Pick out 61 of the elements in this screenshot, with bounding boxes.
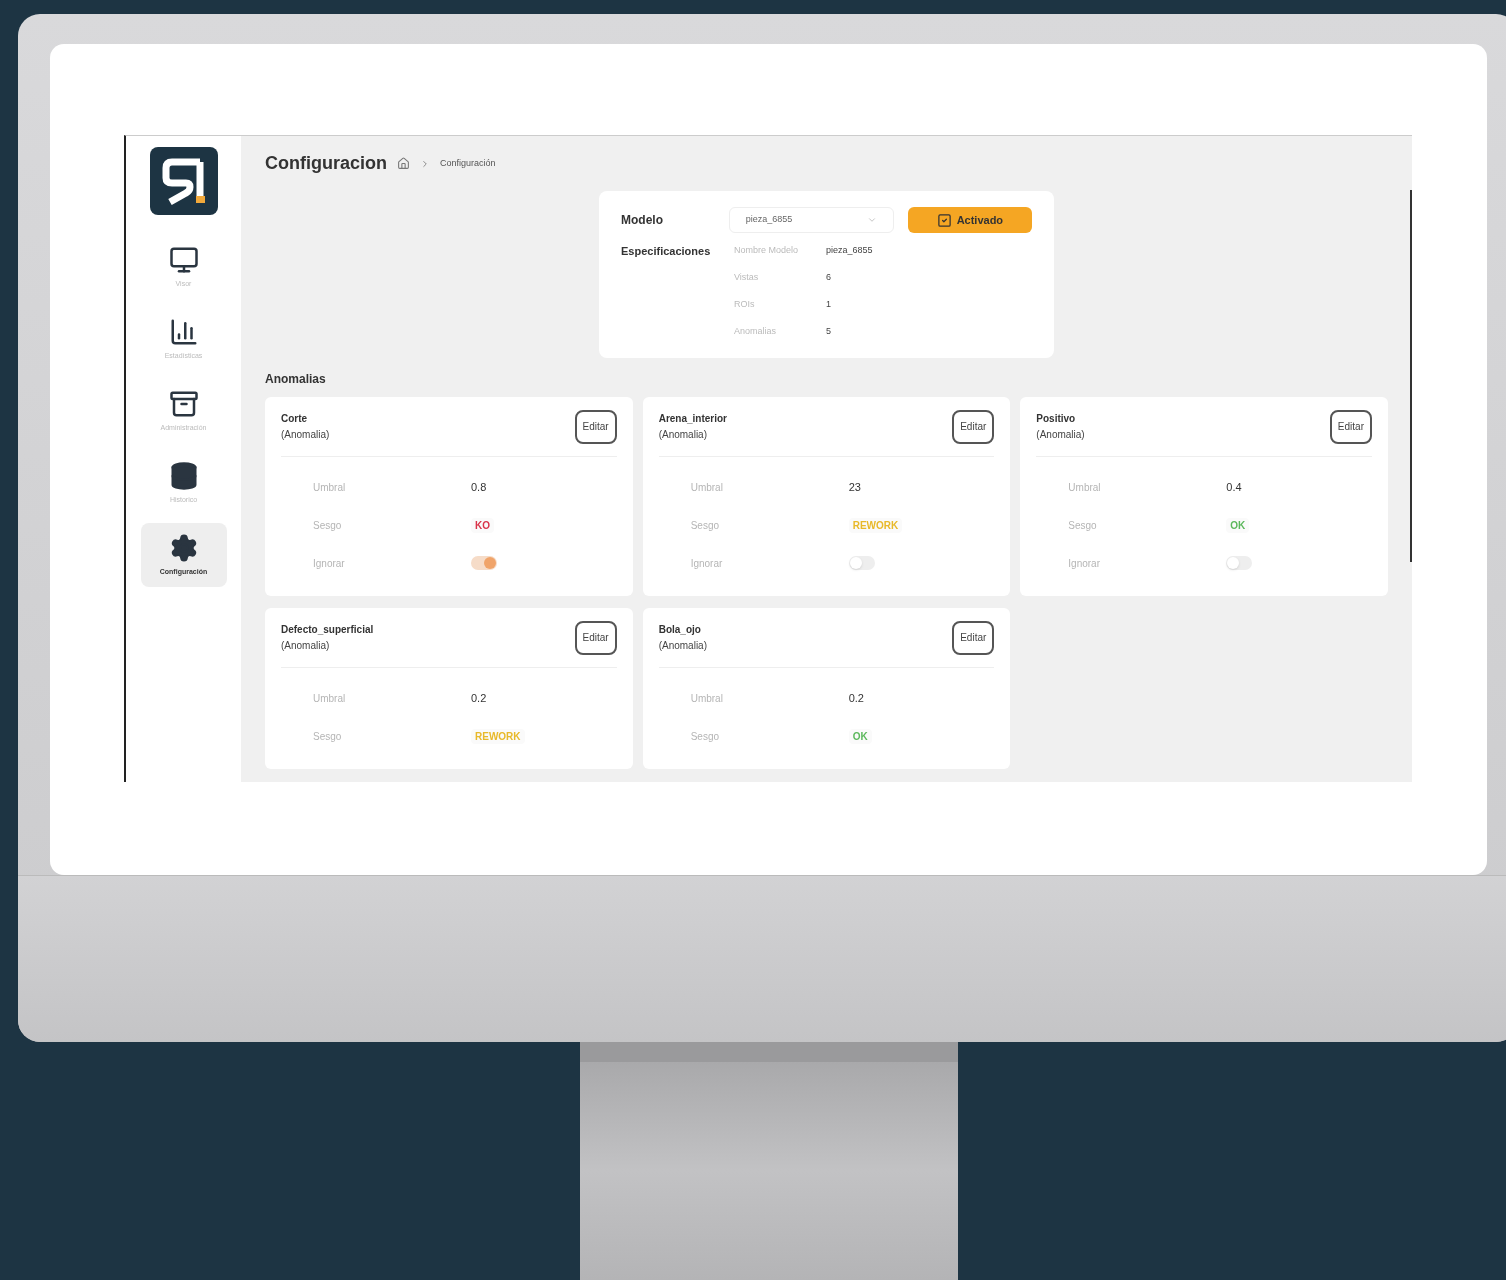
field-value: 0.2 bbox=[848, 690, 864, 706]
spec-label: Vistas bbox=[734, 270, 760, 284]
anomaly-name: Defecto_superficial bbox=[281, 622, 374, 637]
spec-value: pieza_6855 bbox=[826, 243, 873, 257]
specs-label: Especificaciones bbox=[621, 244, 712, 259]
field-value: 0.8 bbox=[471, 479, 487, 495]
field-label: Sesgo bbox=[313, 518, 343, 533]
home-icon[interactable] bbox=[397, 157, 410, 170]
field-label: Umbral bbox=[1068, 480, 1102, 495]
section-title: Anomalias bbox=[265, 371, 327, 388]
field-label: Ignorar bbox=[1068, 556, 1101, 571]
model-select[interactable]: pieza_6855 bbox=[728, 207, 894, 233]
field-value: 23 bbox=[848, 479, 861, 495]
field-label: Sesgo bbox=[1068, 518, 1098, 533]
field-label: Umbral bbox=[313, 691, 347, 706]
chevron-icon bbox=[420, 158, 430, 169]
edit-button[interactable]: Editar bbox=[952, 620, 995, 655]
anomaly-type: (Anomalia) bbox=[658, 638, 707, 653]
page-title: Configuracion bbox=[265, 152, 387, 175]
status-value: OK bbox=[1226, 517, 1250, 533]
checkbox-icon bbox=[936, 212, 952, 228]
field-value: 0.4 bbox=[1226, 479, 1242, 495]
toggle-switch[interactable] bbox=[848, 556, 875, 570]
status-value: REWORK bbox=[471, 728, 525, 744]
status-value: KO bbox=[471, 517, 494, 533]
anomaly-name: Bola_ojo bbox=[658, 622, 702, 637]
status-value: OK bbox=[848, 728, 872, 744]
toggle-switch[interactable] bbox=[471, 556, 497, 570]
field-label: Umbral bbox=[313, 480, 347, 495]
field-label: Sesgo bbox=[690, 729, 720, 744]
anomaly-name: Corte bbox=[281, 411, 309, 426]
toggle-switch[interactable] bbox=[1226, 556, 1253, 570]
spec-value: 6 bbox=[826, 270, 832, 284]
field-label: Ignorar bbox=[690, 556, 724, 571]
breadcrumb-item[interactable]: Configuración bbox=[440, 156, 496, 171]
field-label: Sesgo bbox=[313, 729, 343, 744]
anomaly-type: (Anomalia) bbox=[281, 427, 330, 442]
status-value: REWORK bbox=[848, 517, 903, 533]
activated-button[interactable]: Activado bbox=[907, 207, 1032, 233]
edit-button[interactable]: Editar bbox=[574, 409, 617, 444]
anomaly-type: (Anomalia) bbox=[658, 427, 708, 442]
spec-label: Anomalias bbox=[734, 324, 778, 338]
logo bbox=[149, 147, 218, 215]
field-label: Umbral bbox=[690, 691, 724, 706]
spec-label: ROIs bbox=[734, 297, 756, 311]
anomaly-name: Arena_interior bbox=[658, 411, 727, 426]
spec-value: 5 bbox=[826, 324, 832, 338]
field-label: Umbral bbox=[690, 480, 724, 495]
chevron-down-icon bbox=[866, 215, 877, 225]
spec-value: 1 bbox=[826, 297, 832, 311]
field-label: Sesgo bbox=[690, 518, 720, 533]
model-label: Modelo bbox=[621, 212, 664, 229]
anomaly-type: (Anomalia) bbox=[281, 638, 331, 653]
anomaly-name: Positivo bbox=[1036, 411, 1077, 426]
spec-label: Nombre Modelo bbox=[734, 243, 800, 257]
field-label: Ignorar bbox=[313, 556, 346, 571]
anomaly-type: (Anomalia) bbox=[1036, 427, 1085, 442]
edit-button[interactable]: Editar bbox=[574, 620, 617, 655]
edit-button[interactable]: Editar bbox=[1329, 409, 1372, 444]
field-value: 0.2 bbox=[471, 690, 487, 706]
edit-button[interactable]: Editar bbox=[952, 409, 995, 444]
